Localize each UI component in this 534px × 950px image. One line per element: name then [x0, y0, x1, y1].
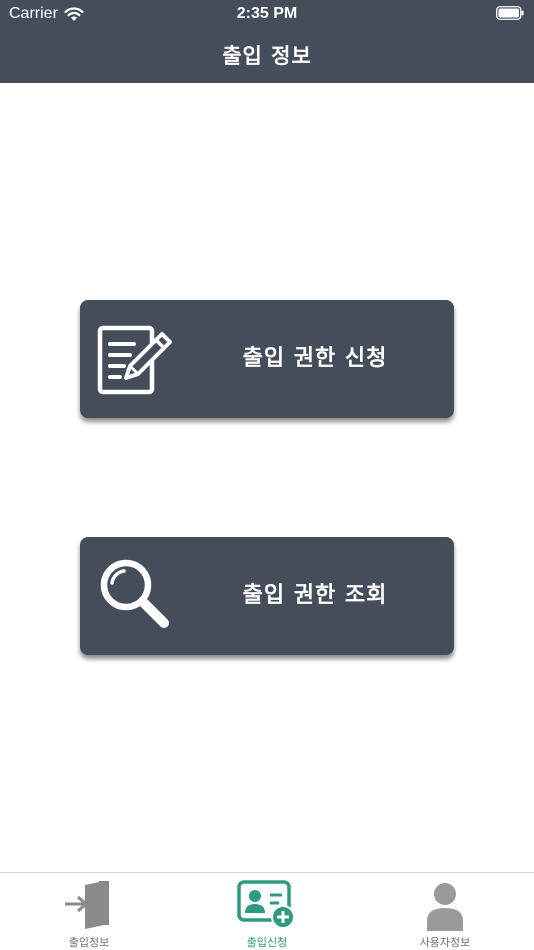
- tab-access-info-label: 출입정보: [68, 936, 110, 949]
- navigation-bar: Carrier 2:35 PM 출입 정보: [0, 0, 534, 83]
- tab-access-info[interactable]: 출입정보: [0, 873, 178, 950]
- id-card-add-icon: [237, 880, 295, 929]
- tab-access-request-label: 출입신청: [246, 936, 288, 949]
- request-access-label: 출입 권한 신청: [242, 346, 388, 371]
- tab-user-info-label: 사용자정보: [419, 936, 471, 949]
- tab-access-request[interactable]: 출입신청: [178, 873, 356, 950]
- user-icon: [427, 883, 463, 931]
- door-enter-icon: [65, 881, 109, 929]
- screen: Carrier 2:35 PM 출입 정보 출입 권한 신청 출입 권한 조회 …: [0, 0, 534, 950]
- page-title: 출입 정보: [222, 44, 312, 68]
- check-access-label: 출입 권한 조회: [242, 583, 388, 608]
- edit-document-icon: [97, 325, 172, 395]
- tab-bar: 출입정보 출입신청 사용자정보: [0, 872, 534, 950]
- status-bar: Carrier 2:35 PM: [0, 0, 534, 28]
- check-access-button[interactable]: 출입 권한 조회: [80, 537, 454, 655]
- battery-icon: [496, 6, 524, 20]
- search-icon: [100, 559, 169, 628]
- status-time: 2:35 PM: [236, 5, 298, 22]
- tab-user-info[interactable]: 사용자정보: [356, 873, 534, 950]
- request-access-button[interactable]: 출입 권한 신청: [80, 300, 454, 418]
